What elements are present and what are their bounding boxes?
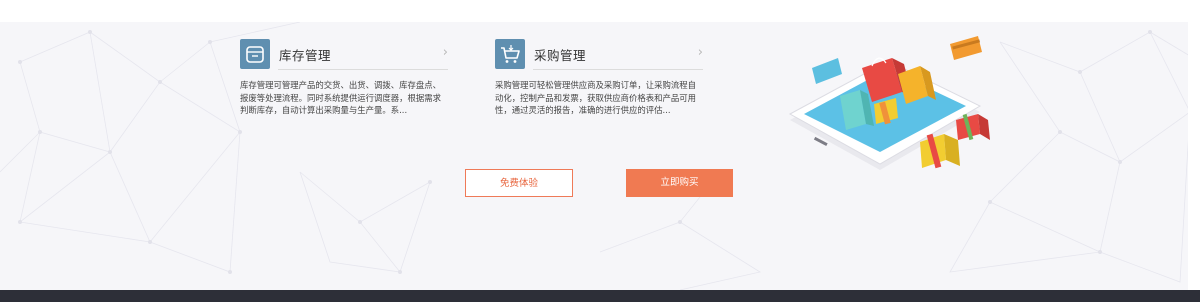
footer-strip: [0, 290, 1200, 302]
inventory-card-header[interactable]: 库存管理 ›: [240, 39, 448, 70]
chevron-right-icon[interactable]: ›: [698, 46, 703, 60]
inventory-box-icon: [240, 39, 270, 69]
chevron-right-icon[interactable]: ›: [443, 46, 448, 60]
divider: [533, 69, 703, 70]
shopping-phone-illustration: [788, 36, 990, 170]
top-strip: [0, 0, 1200, 22]
free-trial-button[interactable]: 免费体验: [465, 169, 573, 197]
purchase-card-header[interactable]: 采购管理 ›: [495, 39, 703, 70]
inventory-card-description: 库存管理可管理产品的交货、出货、调拨、库存盘点、报废等处理流程。同时系统提供运行…: [240, 80, 441, 115]
shopping-cart-icon: [495, 39, 525, 69]
divider: [278, 69, 448, 70]
purchase-card-title[interactable]: 采购管理: [534, 45, 586, 64]
right-edge: [1188, 22, 1200, 290]
inventory-card[interactable]: 库存管理 › 库存管理可管理产品的交货、出货、调拨、库存盘点、报废等处理流程。同…: [240, 39, 448, 117]
inventory-card-title[interactable]: 库存管理: [279, 45, 331, 64]
purchase-card-description: 采购管理可轻松管理供应商及采购订单，让采购流程自动化，控制产品和发票，获取供应商…: [495, 80, 696, 115]
purchase-card[interactable]: 采购管理 › 采购管理可轻松管理供应商及采购订单，让采购流程自动化，控制产品和发…: [495, 39, 703, 117]
buy-now-button[interactable]: 立即购买: [626, 169, 733, 197]
